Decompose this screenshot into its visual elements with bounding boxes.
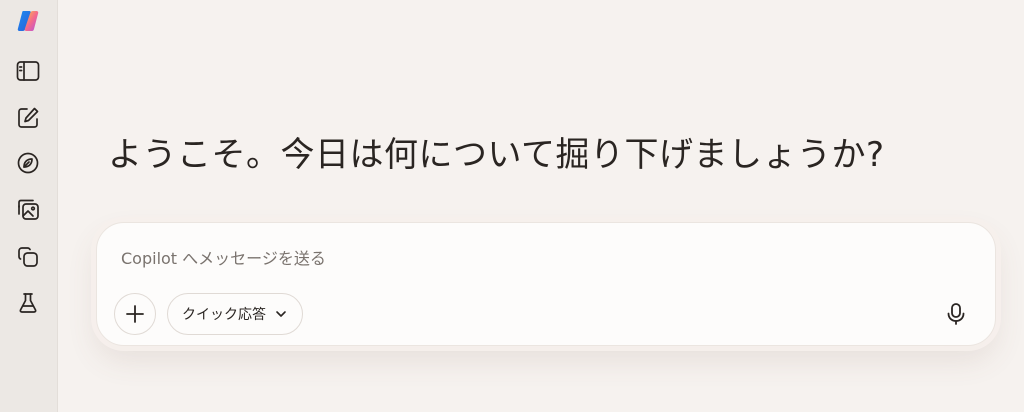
pages-icon <box>18 247 38 267</box>
new-chat-icon <box>18 107 39 128</box>
message-composer: クイック応答 <box>96 222 996 346</box>
quick-response-label: クイック応答 <box>182 307 266 323</box>
sidebar-toggle-button[interactable] <box>10 53 46 89</box>
copilot-logo-button[interactable] <box>10 3 46 39</box>
welcome-heading: ようこそ。今日は何について掘り下げましょうか? <box>108 135 885 175</box>
pages-button[interactable] <box>10 239 46 275</box>
sidebar-toggle-icon <box>16 61 40 81</box>
new-chat-button[interactable] <box>10 100 46 136</box>
discover-icon <box>17 152 39 174</box>
plus-icon <box>126 305 144 323</box>
add-attachment-button[interactable] <box>114 293 156 335</box>
labs-button[interactable] <box>10 285 46 321</box>
chevron-down-icon <box>276 311 286 317</box>
microphone-button[interactable] <box>937 295 975 333</box>
discover-button[interactable] <box>10 145 46 181</box>
image-gallery-button[interactable] <box>10 191 46 227</box>
message-input[interactable] <box>121 245 941 271</box>
copilot-logo-icon <box>17 11 39 31</box>
quick-response-dropdown[interactable]: クイック応答 <box>167 293 303 335</box>
main-area: ようこそ。今日は何について掘り下げましょうか? クイック応答 <box>58 0 1024 412</box>
labs-icon <box>19 293 37 313</box>
image-gallery-icon <box>18 199 39 220</box>
sidebar <box>0 0 58 412</box>
microphone-icon <box>947 303 965 325</box>
